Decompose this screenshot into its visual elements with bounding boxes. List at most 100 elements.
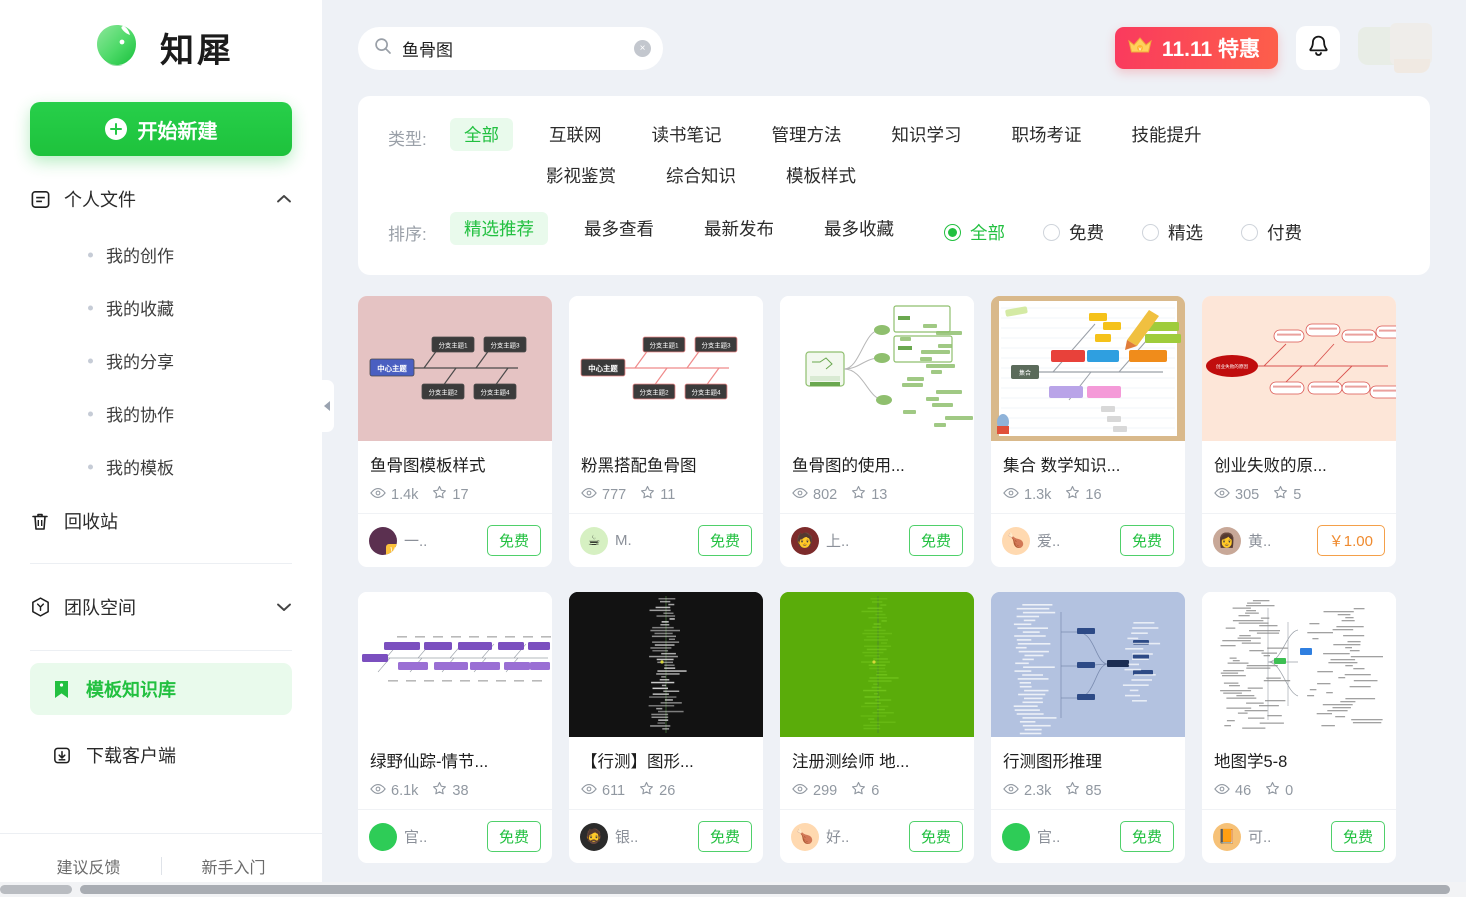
trash-icon: [30, 511, 64, 532]
author-name: 上..: [826, 533, 850, 550]
template-card[interactable]: 注册测绘师 地... 299 6 🍗 好.. 免费: [780, 592, 974, 863]
author-avatar[interactable]: 🧔: [580, 822, 608, 851]
free-tag: 免费: [486, 525, 541, 556]
sidebar-group-personal[interactable]: 个人文件: [30, 170, 292, 228]
author-name: 黄..: [1248, 533, 1272, 550]
beginner-guide-link[interactable]: 新手入门: [202, 854, 266, 878]
eye-icon: [1214, 487, 1230, 503]
star-icon: [1065, 485, 1080, 504]
author-avatar[interactable]: [1002, 822, 1030, 851]
new-document-button[interactable]: 开始新建: [30, 102, 292, 156]
type-filter-skills[interactable]: 技能提升: [1118, 118, 1216, 151]
close-circle-icon[interactable]: ×: [634, 39, 651, 57]
sort-recommended[interactable]: 精选推荐: [450, 212, 548, 245]
sidebar-item-my-shares[interactable]: 我的分享: [30, 334, 292, 387]
sidebar-collapse-handle[interactable]: [320, 380, 334, 432]
search-value: 鱼骨图: [402, 40, 453, 60]
star-count: 17: [432, 485, 469, 504]
template-thumbnail: [569, 592, 763, 737]
type-filter-management[interactable]: 管理方法: [758, 118, 856, 151]
author-avatar[interactable]: V: [369, 526, 397, 555]
template-card[interactable]: 中心主题 分支主题1 分支主题3 分支主题2 分支主题4 鱼骨图模板样式 1.4…: [358, 296, 552, 567]
template-card-footer: V 一.. 免费: [358, 513, 552, 567]
star-icon: [851, 485, 866, 504]
view-count: 1.3k: [1003, 487, 1051, 503]
type-filter-all[interactable]: 全部: [450, 118, 513, 151]
view-count-value: 1.3k: [1024, 486, 1052, 503]
user-avatar[interactable]: [1358, 19, 1432, 77]
author-avatar[interactable]: 📙: [1213, 822, 1241, 851]
promo-badge-button[interactable]: V 11.11 特惠: [1114, 27, 1278, 69]
type-filter-career-exam[interactable]: 职场考证: [998, 118, 1096, 151]
template-stats: 305 5: [1214, 485, 1384, 504]
author-name: 一..: [404, 533, 428, 550]
template-stats: 802 13: [792, 485, 962, 504]
sidebar-item-template-knowledge-base[interactable]: 模板知识库: [30, 663, 292, 715]
search-input[interactable]: 鱼骨图 ×: [358, 26, 663, 70]
template-card[interactable]: 集合 集合 数学知识... 1.3k 16 🍗 爱.. 免费: [991, 296, 1185, 567]
type-filter-internet[interactable]: 互联网: [535, 118, 616, 151]
template-card-footer: 👩 黄.. ￥1.00: [1202, 513, 1396, 567]
template-card[interactable]: 鱼骨图的使用... 802 13 🧑 上.. 免费: [780, 296, 974, 567]
template-card[interactable]: 地图学5-8 46 0 📙 可.. 免费: [1202, 592, 1396, 863]
scrollbar-thumb-main[interactable]: [80, 885, 1450, 894]
template-card-footer: 🍗 爱.. 免费: [991, 513, 1185, 567]
sort-newest[interactable]: 最新发布: [690, 212, 788, 245]
star-icon: [1265, 781, 1280, 800]
sidebar-item-label: 我的协作: [106, 406, 174, 425]
template-card[interactable]: 绿野仙踪-情节... 6.1k 38 官.. 免费: [358, 592, 552, 863]
sidebar-item-my-creations[interactable]: 我的创作: [30, 228, 292, 281]
star-icon: [1273, 485, 1288, 504]
type-filter-knowledge[interactable]: 知识学习: [878, 118, 976, 151]
brand-logo[interactable]: 知犀: [0, 0, 322, 86]
author-avatar[interactable]: ☕: [580, 526, 608, 555]
promo-label: 11.11 特惠: [1161, 38, 1260, 61]
template-card[interactable]: 行测图形推理 2.3k 85 官.. 免费: [991, 592, 1185, 863]
sidebar-group-label: 团队空间: [64, 598, 136, 618]
notification-button[interactable]: [1296, 26, 1340, 70]
free-tag: 免费: [486, 821, 541, 852]
type-filter-template-style[interactable]: 模板样式: [772, 159, 870, 192]
sidebar-group-team[interactable]: 团队空间: [30, 578, 292, 636]
sort-most-favorited[interactable]: 最多收藏: [810, 212, 908, 245]
sidebar-item-my-templates[interactable]: 我的模板: [30, 440, 292, 493]
author-avatar[interactable]: 🧑: [791, 526, 819, 555]
price-filter-paid[interactable]: 付费: [1241, 220, 1302, 245]
sidebar-item-my-favorites[interactable]: 我的收藏: [30, 281, 292, 334]
author-avatar[interactable]: 🍗: [791, 822, 819, 851]
author-avatar[interactable]: 👩: [1213, 526, 1241, 555]
author-avatar[interactable]: 🍗: [1002, 526, 1030, 555]
view-count: 305: [1214, 487, 1259, 503]
scrollbar-thumb-left[interactable]: [0, 885, 72, 894]
star-count-value: 17: [452, 486, 469, 503]
template-card[interactable]: 中心主题 分支主题1 分支主题3 分支主题2 分支主题4 粉黑搭配鱼骨图 777…: [569, 296, 763, 567]
feedback-link[interactable]: 建议反馈: [56, 854, 120, 878]
sidebar-item-my-collaborations[interactable]: 我的协作: [30, 387, 292, 440]
eye-icon: [581, 783, 597, 799]
type-filter-general[interactable]: 综合知识: [652, 159, 750, 192]
sidebar-item-download-client[interactable]: 下载客户端: [30, 727, 292, 783]
price-filter-label: 免费: [1069, 223, 1104, 243]
sidebar-item-label: 我的创作: [106, 247, 174, 266]
sidebar-item-recycle-bin[interactable]: 回收站: [30, 493, 292, 549]
price-filter-free[interactable]: 免费: [1043, 220, 1104, 245]
type-filter-film[interactable]: 影视鉴赏: [532, 159, 630, 192]
price-filter-featured[interactable]: 精选: [1142, 220, 1203, 245]
horizontal-scrollbar[interactable]: [0, 882, 1466, 897]
template-card-footer: 🍗 好.. 免费: [780, 809, 974, 863]
sidebar-item-label: 下载客户端: [86, 746, 176, 766]
star-count-value: 5: [1293, 486, 1302, 503]
template-card[interactable]: 创业失败的原因 创业失败的原... 305 5 👩 黄.. ￥1.00: [1202, 296, 1396, 567]
free-tag: 免费: [697, 821, 752, 852]
type-filter-reading-notes[interactable]: 读书笔记: [638, 118, 736, 151]
sort-most-viewed[interactable]: 最多查看: [570, 212, 668, 245]
price-filter-all[interactable]: 全部: [944, 220, 1005, 245]
template-card[interactable]: 【行测】图形... 611 26 🧔 银.. 免费: [569, 592, 763, 863]
template-title: 注册测绘师 地...: [792, 753, 910, 771]
download-box-icon: [52, 745, 86, 766]
star-count-value: 85: [1085, 782, 1102, 799]
author-avatar[interactable]: [369, 822, 397, 851]
star-count: 11: [640, 485, 675, 504]
view-count-value: 299: [813, 782, 838, 799]
sidebar-item-label: 我的分享: [106, 353, 174, 372]
